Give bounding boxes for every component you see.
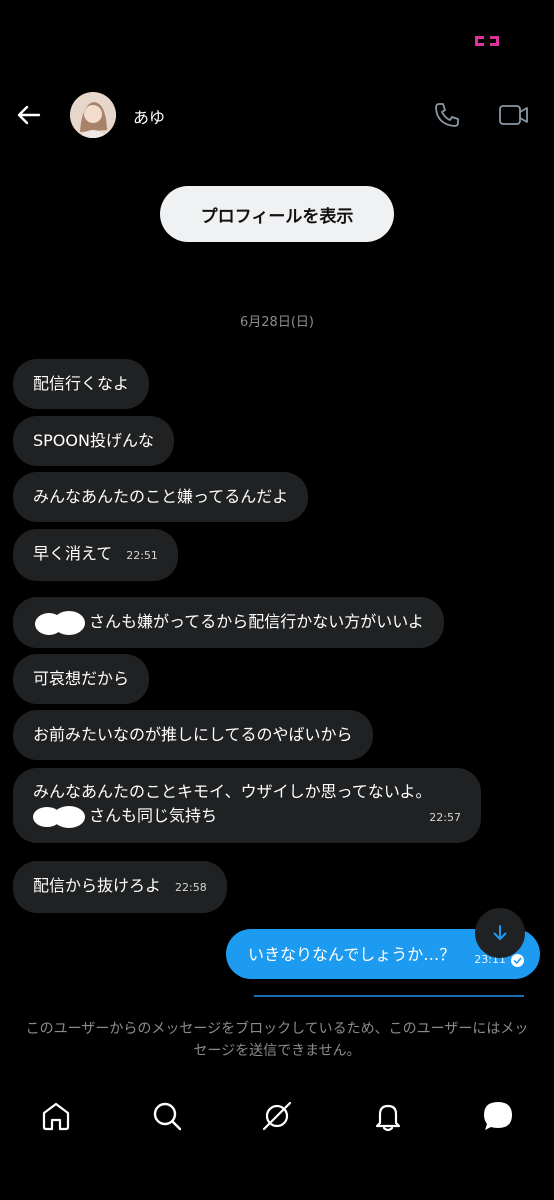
composer-divider xyxy=(254,995,524,997)
back-arrow-icon[interactable] xyxy=(14,100,44,130)
message-bubble[interactable]: さんも嫌がってるから配信行かない方がいいよ xyxy=(13,597,444,648)
message-time: 22:57 xyxy=(429,811,461,824)
message-time: 22:51 xyxy=(126,549,158,562)
read-check-icon xyxy=(511,954,524,967)
phone-call-icon[interactable] xyxy=(432,100,462,130)
notifications-icon[interactable] xyxy=(371,1099,405,1133)
message-bubble[interactable]: みんなあんたのこと嫌ってるんだよ xyxy=(13,472,309,522)
status-bar xyxy=(0,0,554,80)
scroll-to-bottom-button[interactable] xyxy=(475,908,525,958)
redaction-blob xyxy=(33,610,87,636)
avatar[interactable] xyxy=(70,92,116,138)
view-profile-button[interactable]: プロフィールを表示 xyxy=(160,186,394,242)
contact-name: あゆ xyxy=(133,108,166,127)
redaction-blob xyxy=(33,805,87,828)
spaces-icon[interactable] xyxy=(260,1099,294,1133)
message-text: 配信から抜けろよ xyxy=(33,876,162,895)
outgoing-message-text: いきなりなんでしょうか…？ xyxy=(248,945,456,964)
message-text: お前みたいなのが推しにしてるのやばいから xyxy=(33,725,353,744)
message-bubble[interactable]: みんなあんたのことキモイ、ウザイしか思ってないよ。 さんも同じ気持ち 22:57 xyxy=(13,768,481,843)
message-text: 可哀想だから xyxy=(33,669,130,688)
video-call-icon[interactable] xyxy=(498,100,530,130)
message-text-line: さんも同じ気持ち xyxy=(89,806,218,825)
bottom-tab-bar xyxy=(0,1085,554,1150)
search-icon[interactable] xyxy=(150,1099,184,1133)
message-text: 配信行くなよ xyxy=(33,374,130,393)
message-text: SPOON投げんな xyxy=(33,431,154,450)
message-time: 22:58 xyxy=(175,881,207,894)
message-text: みんなあんたのこと嫌ってるんだよ xyxy=(33,487,289,506)
message-text: 早く消えて xyxy=(33,544,113,563)
message-bubble[interactable]: お前みたいなのが推しにしてるのやばいから xyxy=(13,710,373,760)
message-text-line: みんなあんたのことキモイ、ウザイしか思ってないよ。 xyxy=(33,782,432,801)
home-icon[interactable] xyxy=(39,1099,73,1133)
avatar-image xyxy=(70,92,116,138)
blocked-notice: このユーザーからのメッセージをブロックしているため、このユーザーにはメッセージを… xyxy=(25,1021,529,1059)
message-bubble[interactable]: 可哀想だから xyxy=(13,654,150,704)
message-text: さんも嫌がってるから配信行かない方がいいよ xyxy=(89,612,424,631)
message-bubble[interactable]: 早く消えて 22:51 xyxy=(13,529,178,581)
message-bubble[interactable]: 配信から抜けろよ 22:58 xyxy=(13,861,227,913)
arrow-down-icon xyxy=(493,925,507,940)
status-indicator-icon xyxy=(475,36,499,46)
message-bubble[interactable]: 配信行くなよ xyxy=(13,359,150,409)
messages-icon[interactable] xyxy=(481,1099,515,1133)
date-separator: 6月28日(日) xyxy=(240,315,314,330)
message-bubble[interactable]: SPOON投げんな xyxy=(13,416,174,466)
conversation-header: あゆ xyxy=(0,80,554,150)
